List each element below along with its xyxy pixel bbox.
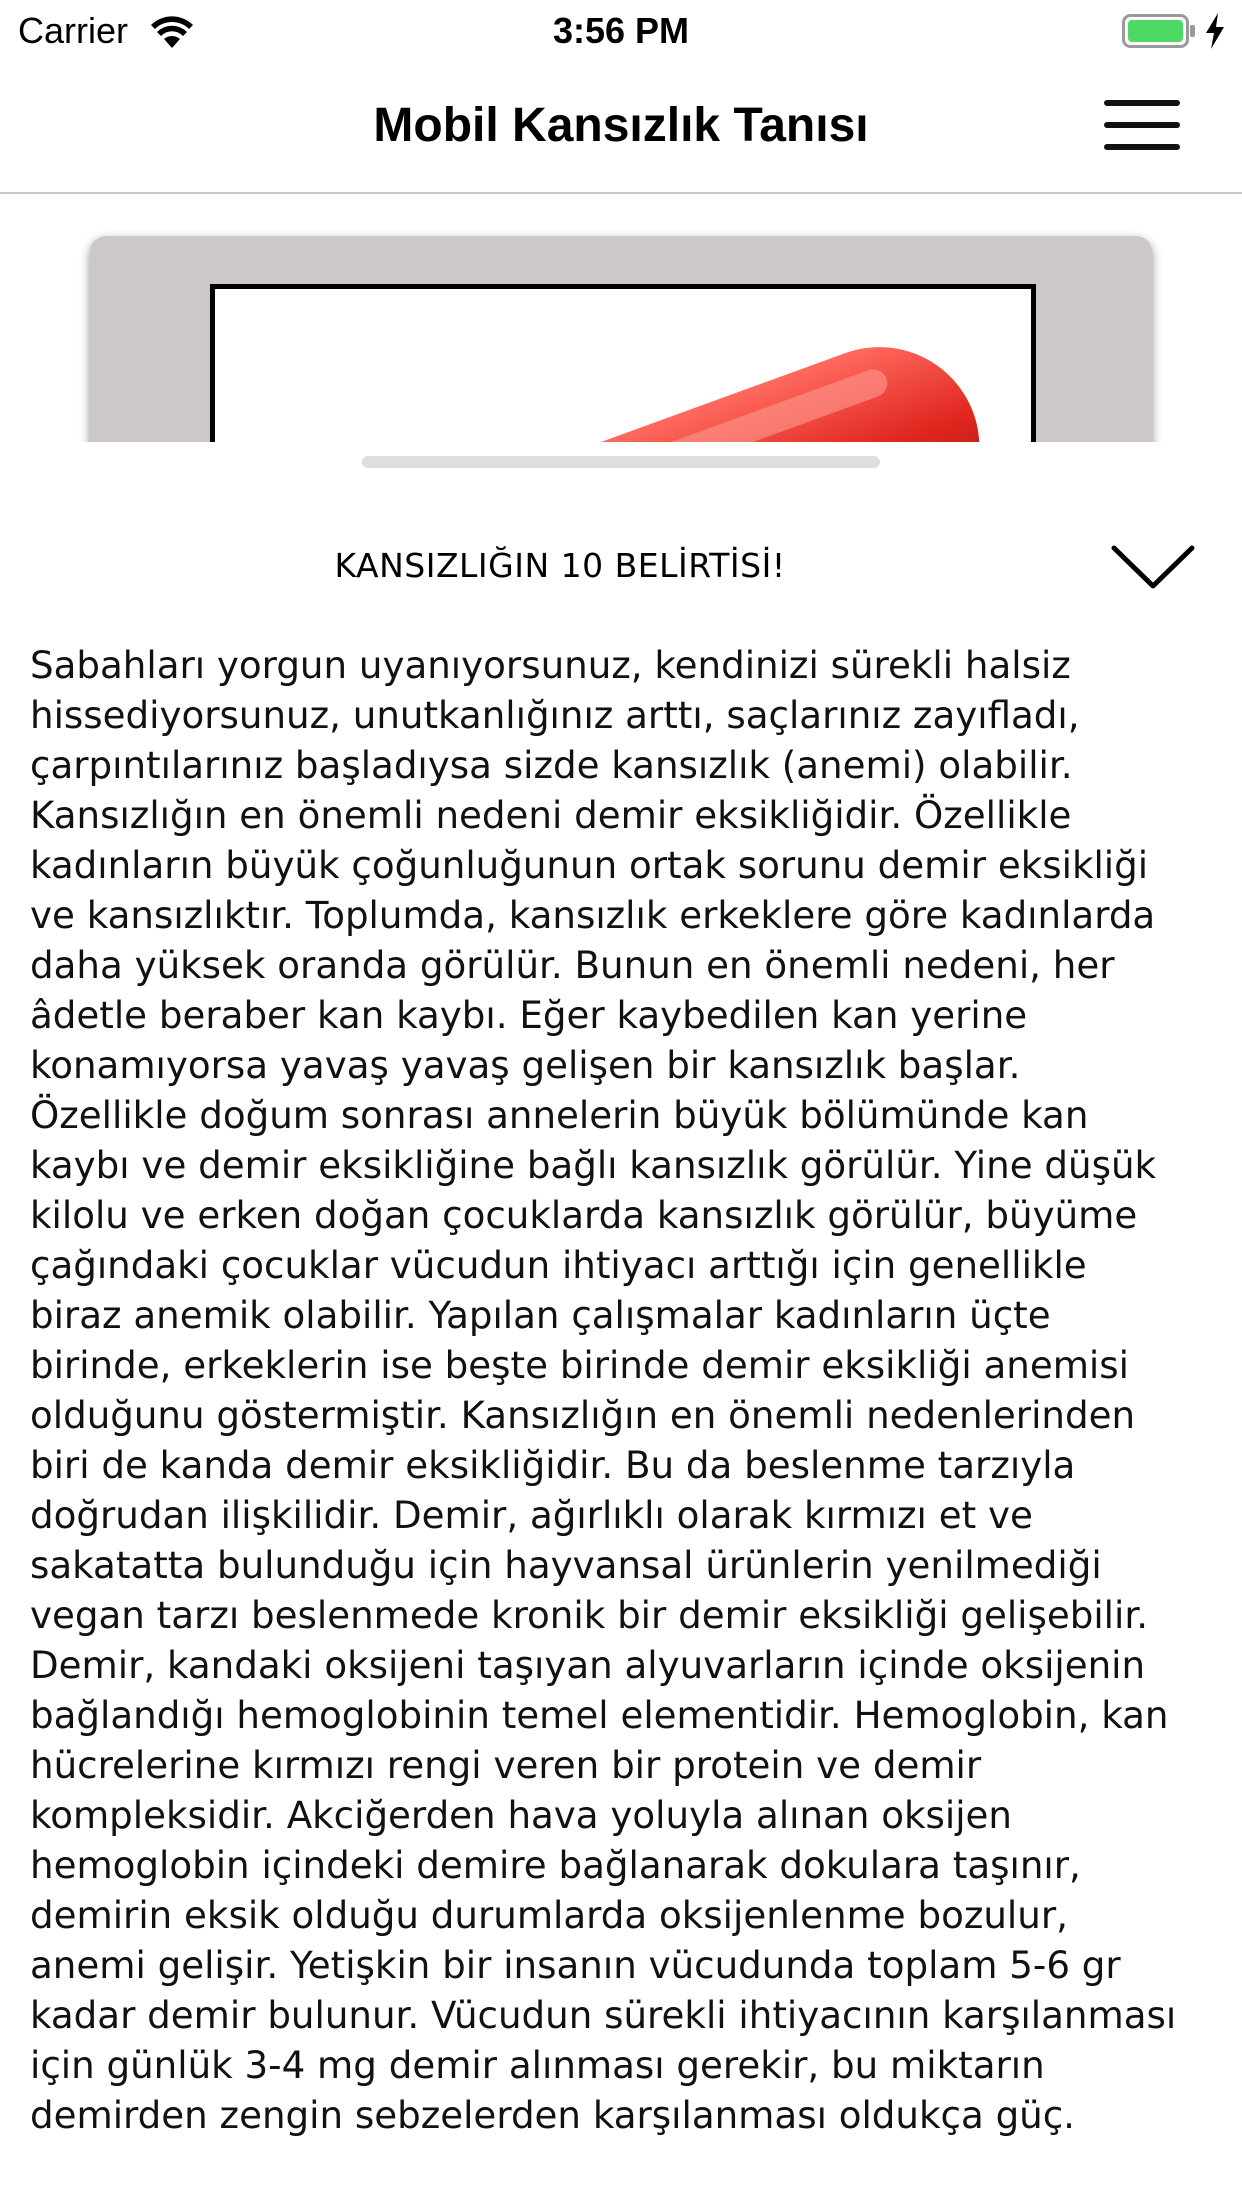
status-bar: Carrier 3:56 PM	[0, 0, 1242, 62]
navigation-bar: Mobil Kansızlık Tanısı	[0, 62, 1242, 194]
clock: 3:56 PM	[552, 10, 690, 51]
accordion-header[interactable]: KANSIZLIĞIN 10 BELİRTİSİ!	[0, 520, 1242, 620]
image-carousel[interactable]: Fe	[0, 194, 1242, 442]
scroll-indicator[interactable]	[362, 456, 880, 468]
page-title: Mobil Kansızlık Tanısı	[373, 99, 869, 152]
image-card: Fe	[90, 236, 1152, 442]
menu-button[interactable]	[1100, 92, 1192, 162]
iron-pill-illustration: Fe	[478, 347, 980, 442]
accordion-title: KANSIZLIĞIN 10 BELİRTİSİ!	[334, 546, 786, 585]
charging-bolt-icon	[1206, 13, 1224, 49]
battery-icon	[1122, 14, 1195, 48]
iron-pill-image: Fe	[210, 284, 1036, 442]
chevron-down-icon[interactable]	[1110, 542, 1196, 594]
accordion-body-text: Sabahları yorgun uyanıyorsunuz, kendiniz…	[30, 643, 1177, 2137]
